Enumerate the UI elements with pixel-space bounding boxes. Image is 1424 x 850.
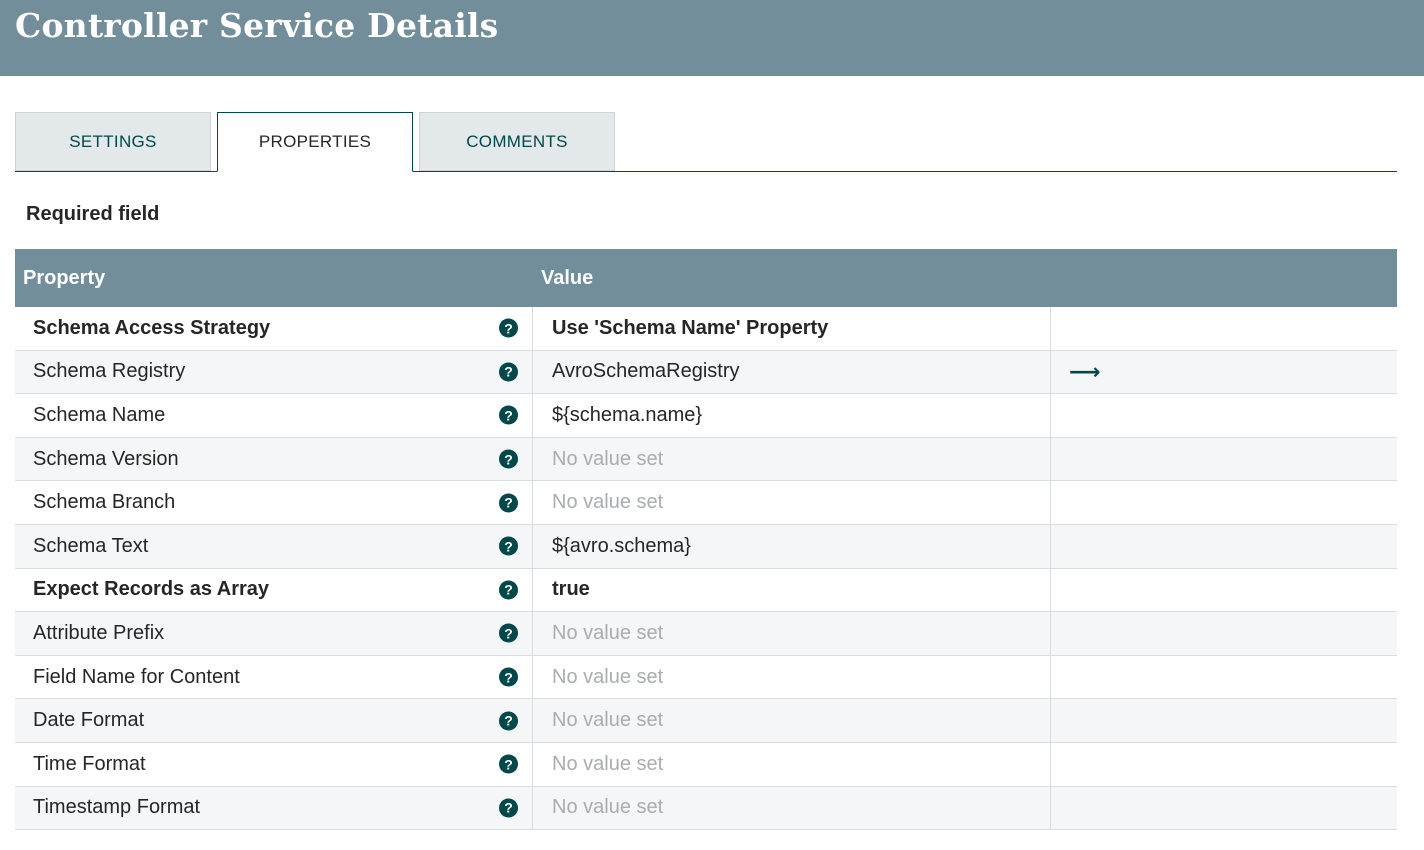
property-name-cell: Attribute Prefix? <box>15 612 533 655</box>
help-circle-icon[interactable]: ? <box>499 580 518 600</box>
table-row[interactable]: Expect Records as Array? true <box>15 568 1397 613</box>
column-header-property[interactable]: Property <box>15 267 533 290</box>
actions-cell <box>1051 438 1397 481</box>
property-value-cell[interactable]: true <box>533 568 1051 612</box>
property-name: Schema Registry <box>33 360 186 383</box>
table-row[interactable]: Timestamp Format? No value set <box>15 786 1397 831</box>
help-circle-icon[interactable]: ? <box>499 667 518 687</box>
table-row[interactable]: Schema Version? No value set <box>15 437 1397 482</box>
tab-comments[interactable]: COMMENTS <box>419 112 615 171</box>
table-body: Schema Access Strategy? Use 'Schema Name'… <box>15 307 1397 831</box>
dialog-header: Controller Service Details <box>0 0 1424 76</box>
tab-settings[interactable]: SETTINGS <box>15 112 211 171</box>
property-value: ${avro.schema} <box>552 534 691 557</box>
property-value: Use 'Schema Name' Property <box>552 316 829 339</box>
property-value: No value set <box>552 796 664 819</box>
actions-cell <box>1051 481 1397 524</box>
table-row[interactable]: Schema Name? ${schema.name} <box>15 394 1397 438</box>
property-name: Schema Text <box>33 534 149 557</box>
property-value: No value set <box>552 709 664 732</box>
property-name: Date Format <box>33 709 145 732</box>
property-value: No value set <box>552 491 664 514</box>
property-name: Schema Branch <box>33 491 176 514</box>
actions-cell <box>1051 569 1397 612</box>
property-name: Schema Version <box>33 447 179 470</box>
table-row[interactable]: Schema Access Strategy? Use 'Schema Name'… <box>15 307 1397 351</box>
property-name: Timestamp Format <box>33 796 201 819</box>
property-value-cell[interactable]: No value set <box>533 437 1051 481</box>
actions-cell <box>1051 307 1397 350</box>
table-row[interactable]: Schema Branch? No value set <box>15 481 1397 525</box>
column-header-value[interactable]: Value <box>533 267 593 290</box>
help-circle-icon[interactable]: ? <box>499 623 518 643</box>
actions-cell <box>1051 787 1397 830</box>
property-value: No value set <box>552 621 664 644</box>
property-name-cell: Schema Registry? <box>15 350 533 394</box>
table-row[interactable]: Field Name for Content? No value set <box>15 655 1397 700</box>
required-field-legend: Required field <box>26 203 160 225</box>
property-value-cell[interactable]: No value set <box>533 612 1051 655</box>
property-value: No value set <box>552 665 664 688</box>
property-name: Expect Records as Array <box>33 578 270 601</box>
property-name-cell: Timestamp Format? <box>15 786 533 830</box>
property-name-cell: Date Format? <box>15 699 533 742</box>
property-value: true <box>552 578 590 601</box>
property-name-cell: Expect Records as Array? <box>15 568 533 612</box>
property-name: Attribute Prefix <box>33 621 165 644</box>
help-circle-icon[interactable]: ? <box>499 754 518 774</box>
property-name: Field Name for Content <box>33 665 240 688</box>
properties-table: Property Value Schema Access Strategy? Us… <box>15 249 1397 831</box>
actions-cell <box>1051 699 1397 742</box>
actions-cell <box>1051 394 1397 437</box>
property-name-cell: Time Format? <box>15 742 533 786</box>
help-circle-icon[interactable]: ? <box>499 711 518 731</box>
property-value-cell[interactable]: No value set <box>533 742 1051 786</box>
property-value-cell[interactable]: AvroSchemaRegistry <box>533 350 1051 394</box>
help-circle-icon[interactable]: ? <box>499 536 518 556</box>
help-circle-icon[interactable]: ? <box>499 798 518 818</box>
property-value: No value set <box>552 752 664 775</box>
table-row[interactable]: Schema Registry? AvroSchemaRegistry ⟶ <box>15 350 1397 395</box>
dialog-title: Controller Service Details <box>15 6 499 45</box>
table-row[interactable]: Schema Text? ${avro.schema} <box>15 524 1397 569</box>
property-name-cell: Field Name for Content? <box>15 655 533 699</box>
help-circle-icon[interactable]: ? <box>499 318 518 338</box>
property-value-cell[interactable]: No value set <box>533 699 1051 742</box>
property-name: Time Format <box>33 752 146 775</box>
property-value: ${schema.name} <box>552 403 703 426</box>
property-value-cell[interactable]: ${schema.name} <box>533 394 1051 437</box>
table-row[interactable]: Time Format? No value set <box>15 742 1397 787</box>
help-circle-icon[interactable]: ? <box>499 362 518 382</box>
property-value: No value set <box>552 447 664 470</box>
property-value-cell[interactable]: No value set <box>533 786 1051 830</box>
property-name: Schema Access Strategy <box>33 316 271 339</box>
actions-cell <box>1051 525 1397 568</box>
property-name: Schema Name <box>33 403 166 426</box>
actions-cell: ⟶ <box>1051 351 1397 394</box>
tab-bar: SETTINGS PROPERTIES COMMENTS <box>15 112 1397 172</box>
actions-cell <box>1051 612 1397 655</box>
property-value-cell[interactable]: ${avro.schema} <box>533 524 1051 568</box>
property-value-cell[interactable]: No value set <box>533 655 1051 699</box>
property-value: AvroSchemaRegistry <box>552 360 740 383</box>
table-row[interactable]: Date Format? No value set <box>15 699 1397 743</box>
property-name-cell: Schema Access Strategy? <box>15 307 533 350</box>
table-header: Property Value <box>15 249 1397 307</box>
help-circle-icon[interactable]: ? <box>499 449 518 469</box>
property-name-cell: Schema Branch? <box>15 481 533 524</box>
actions-cell <box>1051 656 1397 699</box>
property-value-cell[interactable]: No value set <box>533 481 1051 524</box>
help-circle-icon[interactable]: ? <box>499 493 518 513</box>
actions-cell <box>1051 743 1397 786</box>
table-row[interactable]: Attribute Prefix? No value set <box>15 612 1397 656</box>
help-circle-icon[interactable]: ? <box>499 405 518 425</box>
property-name-cell: Schema Version? <box>15 437 533 481</box>
property-name-cell: Schema Text? <box>15 524 533 568</box>
arrow-right-icon[interactable]: ⟶ <box>1069 360 1101 383</box>
tab-properties[interactable]: PROPERTIES <box>217 112 413 172</box>
property-value-cell[interactable]: Use 'Schema Name' Property <box>533 307 1051 350</box>
property-name-cell: Schema Name? <box>15 394 533 437</box>
